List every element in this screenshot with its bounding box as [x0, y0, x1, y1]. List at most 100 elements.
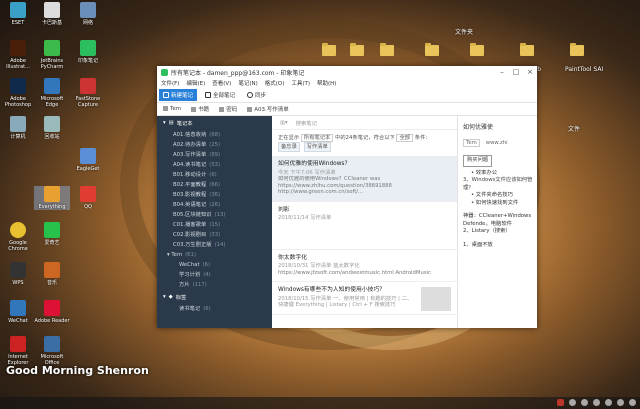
note-body[interactable]: 购买问题 • 效率办公 3、Windows文件应该如何管理？ • 文件夹命名技巧… [459, 149, 537, 252]
sogou-input-icon[interactable] [557, 399, 564, 406]
search-input[interactable]: 搜索笔记 [296, 119, 317, 127]
desktop-icon-evernote[interactable]: 印象笔记 [70, 40, 106, 64]
sidebar-notebook-item[interactable]: C01.播客歌单 (15) [157, 220, 272, 230]
sidebar-notebook-item[interactable]: B04.英语笔记 (26) [157, 200, 272, 210]
sidebar-stack-tem[interactable]: ▾ Tem (61) [157, 250, 272, 260]
desktop-icon-eagleget[interactable]: EagleGet [70, 148, 106, 172]
desktop-icon-grid: ESET 卡巴斯基 网络 Adobe Illustrat... JetBrain… [0, 0, 110, 390]
title-bar[interactable]: 所有笔记本 - damen_ppp@163.com - 印象笔记 – □ × [157, 66, 537, 78]
desktop-icon-computer[interactable]: 计算机 [0, 116, 36, 140]
menu-help[interactable]: 帮助(H) [317, 79, 336, 87]
iqiyi-icon [44, 222, 60, 238]
evernote-logo-icon [161, 68, 168, 76]
sidebar-notebook-item[interactable]: A03.写作清单 (89) [157, 150, 272, 160]
sidebar-notebooks-header[interactable]: ▾ ▤ 笔记本 [157, 116, 272, 130]
match-filter-select[interactable]: 全部 [396, 134, 414, 142]
desktop-icon-chrome[interactable]: Google Chrome [0, 222, 36, 252]
folder-icon[interactable] [425, 43, 439, 56]
desktop-icon-music[interactable]: 音乐 [34, 262, 70, 286]
sidebar-notebook-item[interactable]: B02.平面教程 (66) [157, 180, 272, 190]
note-card[interactable]: 刘影 2018/11/14 写作清单 [272, 202, 457, 250]
sidebar-notebook-item[interactable]: A02.待办清单 (25) [157, 140, 272, 150]
note-title[interactable]: 如何优雅使 [459, 116, 537, 137]
maximize-icon[interactable]: □ [509, 68, 523, 76]
tray-icon[interactable] [581, 399, 588, 406]
folder-icon[interactable] [322, 43, 336, 56]
sidebar-tag-item[interactable]: 读书笔记 (6) [157, 304, 272, 314]
sidebar-tags-header[interactable]: ▾ ◆ 标签 [157, 290, 272, 304]
shortcut-passwords[interactable]: 密码 [219, 105, 237, 113]
sidebar-notebook-item[interactable]: A01.信息收纳 (68) [157, 130, 272, 140]
note-search[interactable]: ▥▾ 搜索笔记 [272, 116, 457, 130]
chevron-down-icon: ▾ [163, 294, 166, 300]
desktop-icon-qq[interactable]: QQ [70, 186, 106, 210]
note-card[interactable]: Windows有哪些不为人知的使用小技巧？ 2018/10/15 写作清单 一、… [272, 282, 457, 315]
desktop-icon-illustrator[interactable]: Adobe Illustrat... [0, 40, 36, 70]
sidebar-notebook-item[interactable]: 学习计划 (4) [157, 270, 272, 280]
tray-icon[interactable] [629, 399, 636, 406]
sidebar-notebook-item[interactable]: C03.万生剧正版 (14) [157, 240, 272, 250]
desktop-label-folder: 文件夹 [455, 29, 474, 36]
menu-file[interactable]: 文件(F) [161, 79, 179, 87]
sidebar-notebook-item[interactable]: B01.移动设计 (6) [157, 170, 272, 180]
menu-tools[interactable]: 工具(T) [291, 79, 310, 87]
sidebar-notebook-item[interactable]: A04.读书笔记 (53) [157, 160, 272, 170]
toolbar: 新建笔记 全部笔记 同步 [157, 87, 537, 103]
sidebar-notebook-item[interactable]: C02.影视剧目 (33) [157, 230, 272, 240]
notebook-select[interactable]: Tem [463, 139, 480, 147]
filter-chip[interactable]: 写作清单 [303, 142, 331, 152]
shortcut-bar: Tem 书籍 密码 A03.写作清单 [157, 103, 537, 116]
desktop-icon-office[interactable]: Microsoft Office [34, 336, 70, 366]
desktop-icon-eset[interactable]: ESET [0, 2, 36, 26]
sidebar-notebook-item[interactable]: 方片 (117) [157, 280, 272, 290]
menu-view[interactable]: 查看(V) [212, 79, 231, 87]
url-field[interactable]: www.zhi [486, 140, 508, 146]
sidebar-notebook-item[interactable]: B05.区块链知识 (13) [157, 210, 272, 220]
tray-icon[interactable] [593, 399, 600, 406]
filter-chip[interactable]: 备忘录 [278, 142, 300, 152]
desktop-icon-kaspersky[interactable]: 卡巴斯基 [34, 2, 70, 26]
desktop-icon-iqiyi[interactable]: 爱奇艺 [34, 222, 70, 246]
desktop-icon-pycharm[interactable]: JetBrains PyCharm [34, 40, 70, 70]
close-icon[interactable]: × [523, 68, 537, 76]
desktop-icon-recycle-bin[interactable]: 回收站 [34, 116, 70, 140]
note-thumbnail [421, 287, 451, 311]
shortcut-books[interactable]: 书籍 [191, 105, 209, 113]
wps-icon [10, 262, 26, 278]
desktop-icon-network[interactable]: 网络 [70, 2, 106, 26]
folder-icon[interactable] [380, 43, 394, 56]
desktop-icon-wechat[interactable]: WeChat [0, 300, 36, 324]
folder-icon[interactable] [520, 43, 534, 56]
minimize-icon[interactable]: – [495, 68, 509, 76]
folder-icon[interactable] [350, 43, 364, 56]
list-view-icon[interactable]: ▥▾ [280, 120, 288, 126]
folder-icon[interactable] [570, 43, 584, 56]
menu-note[interactable]: 笔记(N) [238, 79, 257, 87]
tray-icon[interactable] [617, 399, 624, 406]
desktop-icon-wps[interactable]: WPS [0, 262, 36, 286]
tray-icon[interactable] [605, 399, 612, 406]
sync-button[interactable]: 同步 [243, 89, 270, 101]
menu-edit[interactable]: 编辑(E) [186, 79, 205, 87]
desktop-icon-ie[interactable]: Internet Explorer [0, 336, 36, 366]
desktop-icon-everything[interactable]: Everything [34, 186, 70, 210]
tray-icon[interactable] [569, 399, 576, 406]
note-editor: 如何优雅使 Tem www.zhi 购买问题 • 效率办公 3、Windows文… [459, 116, 537, 328]
note-card[interactable]: 如何优雅的使用Windows？ 今天 下午7:06 写作清单 如何优雅的使用Wi… [272, 156, 457, 202]
all-notes-button[interactable]: 全部笔记 [201, 89, 239, 101]
edge-icon [44, 78, 60, 94]
sidebar-notebook-item[interactable]: WeChat (6) [157, 260, 272, 270]
menu-format[interactable]: 格式(O) [265, 79, 285, 87]
desktop-icon-photoshop[interactable]: Adobe Photoshop [0, 78, 36, 108]
new-note-button[interactable]: 新建笔记 [159, 88, 198, 101]
notebook-filter-select[interactable]: 所有笔记本 [300, 134, 334, 142]
menu-bar: 文件(F) 编辑(E) 查看(V) 笔记(N) 格式(O) 工具(T) 帮助(H… [157, 78, 537, 87]
sidebar-notebook-item[interactable]: B03.影视教程 (36) [157, 190, 272, 200]
desktop-icon-reader[interactable]: Adobe Reader [34, 300, 70, 324]
shortcut-writing-list[interactable]: A03.写作清单 [247, 105, 289, 113]
folder-icon[interactable] [470, 43, 484, 56]
desktop-icon-faststone[interactable]: FastStone Capture [70, 78, 106, 108]
shortcut-tem[interactable]: Tem [163, 106, 181, 112]
note-card[interactable]: 你太数字化 2018/10/31 写作清单 蓝太数字化 https://www.… [272, 250, 457, 282]
desktop-icon-edge[interactable]: Microsoft Edge [34, 78, 70, 108]
